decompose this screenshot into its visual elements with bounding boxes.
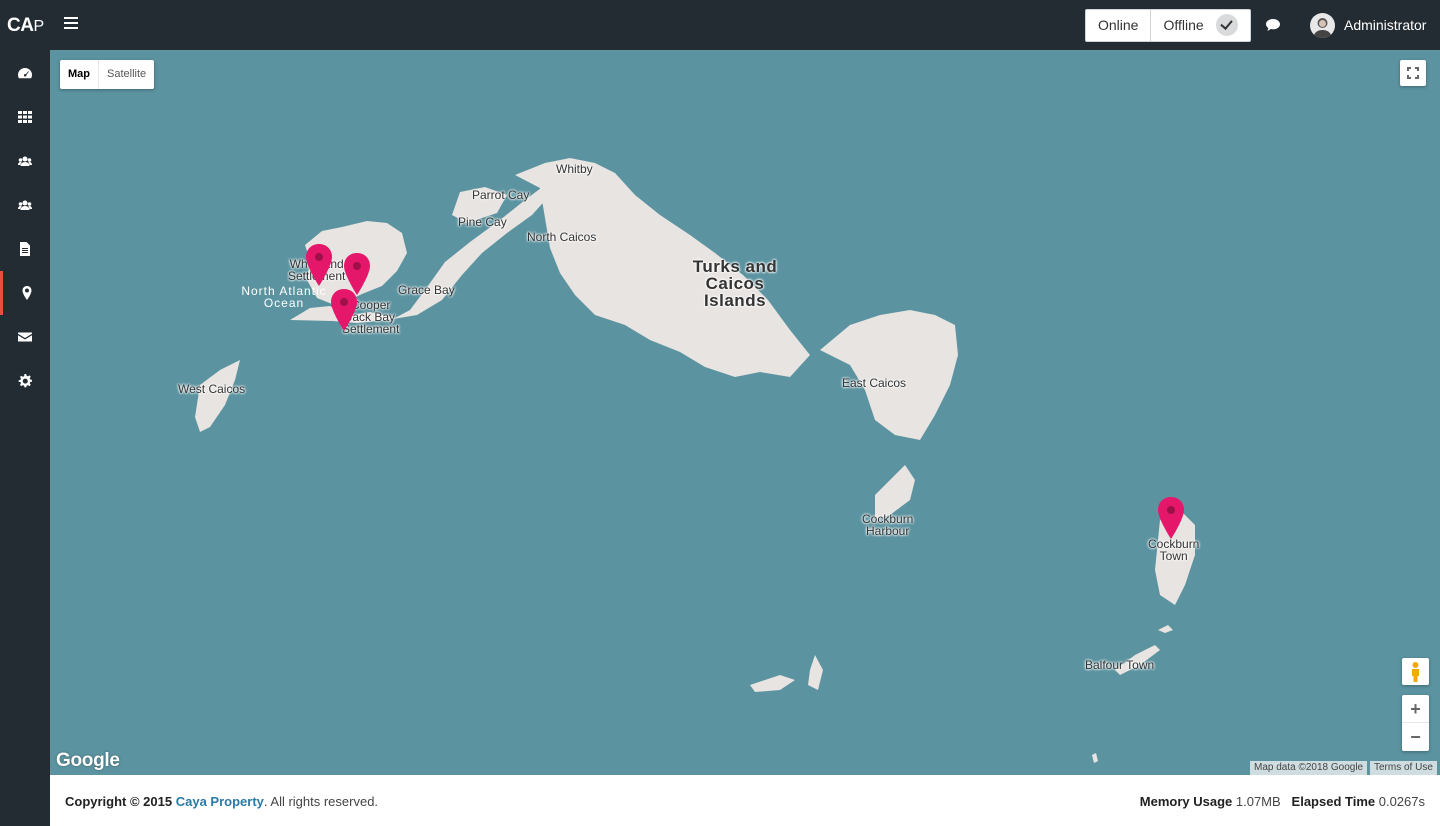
map-marker-icon [22, 286, 31, 300]
map-attribution: Map data ©2018 Google [1250, 761, 1368, 775]
zoom-in-button[interactable]: + [1402, 695, 1429, 723]
document-icon [20, 242, 30, 256]
gear-icon [18, 374, 32, 388]
zoom-out-button[interactable]: − [1402, 723, 1429, 751]
map-marker-pin[interactable] [304, 243, 334, 287]
street-view-pegman[interactable] [1402, 658, 1429, 685]
map-label-north-caicos: North Caicos [527, 230, 597, 244]
sidebar-item-messages[interactable] [0, 315, 50, 359]
map-label-country: Turks and Caicos Islands [692, 257, 778, 310]
app-logo[interactable]: CAP [7, 15, 44, 37]
map-label-west-caicos: West Caicos [178, 382, 246, 396]
map-label-grace-bay: Grace Bay [398, 283, 455, 297]
map-label-east-caicos: East Caicos [842, 376, 907, 390]
sidebar [0, 50, 50, 826]
sidebar-item-map[interactable] [0, 271, 50, 315]
map-land [195, 158, 1195, 763]
sidebar-item-dashboard[interactable] [0, 51, 50, 95]
map-marker-pin[interactable] [1156, 496, 1186, 540]
map-label-ocean: North Atlantic Ocean [241, 284, 327, 310]
top-navbar: CAP Online Offline Administrator [0, 0, 1440, 50]
offline-button[interactable]: Offline [1151, 10, 1216, 41]
menu-toggle-icon[interactable] [64, 17, 78, 31]
sidebar-item-grid[interactable] [0, 95, 50, 139]
map-type-control: Map Satellite [60, 60, 155, 89]
map-label-balfour-town: Balfour Town [1085, 658, 1155, 672]
fullscreen-button[interactable] [1400, 60, 1426, 86]
sidebar-item-settings[interactable] [0, 359, 50, 403]
map-marker-pin[interactable] [329, 288, 359, 332]
footer: Copyright © 2015 Caya Property. All righ… [50, 775, 1440, 826]
map-canvas[interactable]: Map Satellite Whitby Parrot Cay Pine Cay… [50, 50, 1440, 775]
map-type-map-button[interactable]: Map [60, 60, 99, 89]
dashboard-icon [18, 68, 32, 79]
sidebar-item-groups[interactable] [0, 183, 50, 227]
map-label-parrot-cay: Parrot Cay [472, 188, 530, 202]
terms-of-use-link[interactable]: Terms of Use [1370, 761, 1437, 775]
online-button[interactable]: Online [1086, 10, 1152, 41]
map-label-pine-cay: Pine Cay [458, 215, 507, 229]
copyright: Copyright © 2015 Caya Property. All righ… [65, 794, 379, 809]
avatar[interactable] [1310, 13, 1335, 38]
google-logo: Google [56, 750, 120, 771]
pegman-icon [1412, 662, 1419, 682]
map-label-whitby: Whitby [556, 162, 593, 176]
sidebar-item-users[interactable] [0, 139, 50, 183]
map-label-cockburn-town: Cockburn Town [1148, 537, 1200, 563]
company-link[interactable]: Caya Property [176, 794, 264, 809]
users-icon [18, 156, 32, 166]
fullscreen-icon [1407, 67, 1419, 79]
group-icon [18, 200, 32, 210]
map-type-satellite-button[interactable]: Satellite [99, 60, 154, 89]
checkmark-icon[interactable] [1215, 14, 1238, 36]
status-toggle: Online Offline [1085, 9, 1251, 42]
performance-stats: Memory Usage 1.07MB Elapsed Time 0.0267s [1139, 794, 1425, 809]
sidebar-item-documents[interactable] [0, 227, 50, 271]
zoom-control: + − [1402, 695, 1429, 751]
envelope-icon [18, 332, 32, 342]
grid-icon [18, 111, 32, 123]
user-name[interactable]: Administrator [1344, 17, 1426, 33]
map-label-cockburn-harbour: Cockburn Harbour [862, 512, 914, 538]
chat-icon[interactable] [1266, 19, 1280, 31]
